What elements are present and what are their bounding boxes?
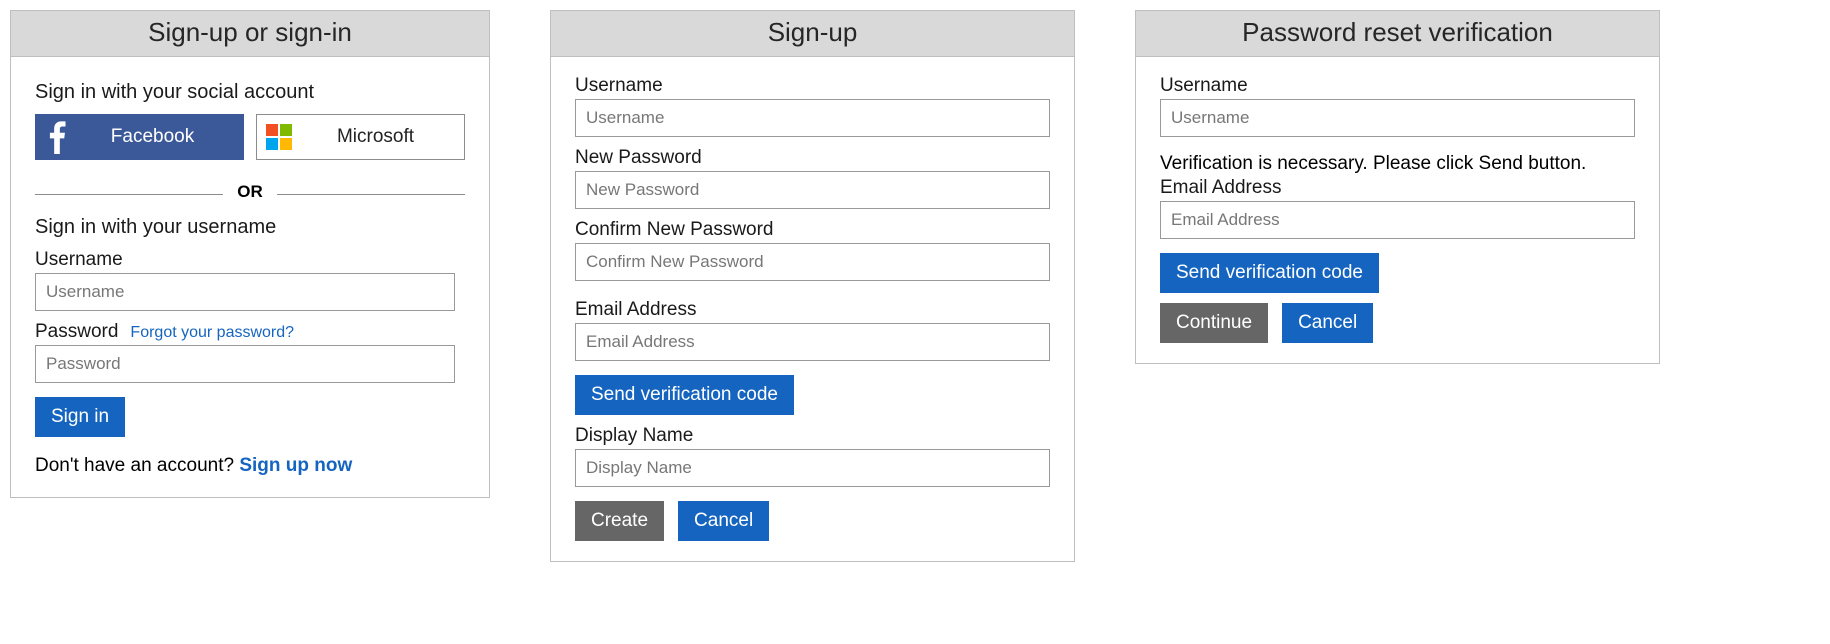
signin-username-label: Username — [35, 249, 465, 271]
reset-info-text: Verification is necessary. Please click … — [1160, 153, 1635, 175]
signup-confirmpw-label: Confirm New Password — [575, 219, 1050, 241]
signup-body: Username New Password Confirm New Passwo… — [551, 57, 1074, 561]
signup-title: Sign-up — [551, 11, 1074, 57]
signup-newpw-label: New Password — [575, 147, 1050, 169]
reset-body: Username Verification is necessary. Plea… — [1136, 57, 1659, 363]
divider-line-left — [35, 194, 223, 195]
reset-panel: Password reset verification Username Ver… — [1135, 10, 1660, 364]
signup-panel: Sign-up Username New Password Confirm Ne… — [550, 10, 1075, 562]
reset-continue-button[interactable]: Continue — [1160, 303, 1268, 343]
signin-button[interactable]: Sign in — [35, 397, 125, 437]
signin-password-label: Password — [35, 321, 118, 343]
reset-email-label: Email Address — [1160, 177, 1635, 199]
forgot-password-link[interactable]: Forgot your password? — [130, 324, 294, 342]
social-heading: Sign in with your social account — [35, 81, 465, 104]
signup-newpw-input[interactable] — [575, 171, 1050, 209]
signup-send-code-button[interactable]: Send verification code — [575, 375, 794, 415]
reset-title: Password reset verification — [1136, 11, 1659, 57]
signin-panel: Sign-up or sign-in Sign in with your soc… — [10, 10, 490, 498]
reset-username-input[interactable] — [1160, 99, 1635, 137]
signin-password-input[interactable] — [35, 345, 455, 383]
divider-line-right — [277, 194, 465, 195]
microsoft-icon — [257, 115, 301, 159]
reset-cancel-button[interactable]: Cancel — [1282, 303, 1373, 343]
reset-send-code-button[interactable]: Send verification code — [1160, 253, 1379, 293]
signup-prompt: Don't have an account? Sign up now — [35, 455, 465, 477]
microsoft-label: Microsoft — [301, 126, 464, 148]
signup-now-link[interactable]: Sign up now — [239, 455, 352, 476]
reset-username-label: Username — [1160, 75, 1635, 97]
signup-display-label: Display Name — [575, 425, 1050, 447]
facebook-icon — [35, 114, 79, 160]
signup-username-input[interactable] — [575, 99, 1050, 137]
signup-username-label: Username — [575, 75, 1050, 97]
local-heading: Sign in with your username — [35, 216, 465, 239]
social-buttons-row: Facebook Microsoft — [35, 114, 465, 160]
signup-confirmpw-input[interactable] — [575, 243, 1050, 281]
signup-email-input[interactable] — [575, 323, 1050, 361]
signup-display-input[interactable] — [575, 449, 1050, 487]
facebook-button[interactable]: Facebook — [35, 114, 244, 160]
signin-title: Sign-up or sign-in — [11, 11, 489, 57]
signin-username-input[interactable] — [35, 273, 455, 311]
signup-email-label: Email Address — [575, 299, 1050, 321]
facebook-label: Facebook — [79, 126, 244, 148]
signup-create-button[interactable]: Create — [575, 501, 664, 541]
signup-cancel-button[interactable]: Cancel — [678, 501, 769, 541]
microsoft-button[interactable]: Microsoft — [256, 114, 465, 160]
signin-body: Sign in with your social account Faceboo… — [11, 57, 489, 497]
or-divider: OR — [35, 182, 465, 202]
no-account-text: Don't have an account? — [35, 455, 239, 476]
or-text: OR — [223, 182, 277, 202]
reset-email-input[interactable] — [1160, 201, 1635, 239]
